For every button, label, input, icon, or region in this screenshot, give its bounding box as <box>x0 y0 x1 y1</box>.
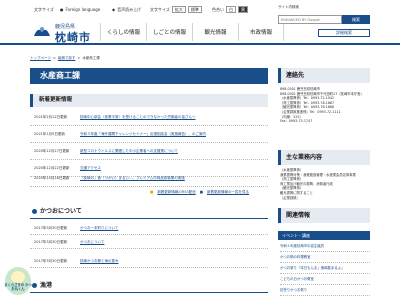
mascot-face <box>11 271 25 283</box>
news-link[interactable]: 枕崎中心部会（体業平常）を受けることのできなかった労働者の皆さんへ <box>80 115 195 120</box>
event-link[interactable]: 初売りかつお祭り <box>280 285 370 296</box>
katsuo-link[interactable]: 枕崎かつお節と海の恵み <box>80 259 119 264</box>
news-link[interactable]: 令和３年度「海外展開チャレンジセミナー」出張相談会（実施報告）、のご案内 <box>80 132 206 137</box>
event-link[interactable]: こどもの日かつお教室 <box>280 274 370 285</box>
breadcrumb: トップページ > 組織で探す > 水産商工課 <box>30 56 100 61</box>
page-title: 水産商工課 <box>30 68 268 84</box>
event-link[interactable]: かつお祭り「本日もんま」鬼崎勘あるよ」 <box>280 263 370 274</box>
search-button[interactable]: 検索 <box>342 15 370 24</box>
duties-heading: 主な業務内容 <box>278 150 370 165</box>
event-category-bar: イベント・講座 <box>278 231 370 240</box>
katsuo-item: 2017年3月30日更新 枕崎かつお節と海の恵み <box>30 255 268 268</box>
news-item: 2021年2月12日更新 枕崎中心部会（体業平常）を受けることのできなかった労働… <box>30 109 268 126</box>
city-emblem-icon <box>34 27 50 36</box>
related-heading: 関連情報 <box>278 208 370 223</box>
fishing-port-heading: 漁港 <box>30 280 268 293</box>
nav-city[interactable]: 市政情報 <box>238 23 284 41</box>
katsuo-date: 2017年3月30日更新 <box>34 239 68 244</box>
search-label: サイト内検索 <box>278 5 299 9</box>
breadcrumb-current: 水産商工課 <box>82 56 100 60</box>
color-label: 色合い <box>212 6 224 12</box>
katsuo-item: 2017年3月30日更新 かつお一本釣りについて <box>30 222 268 235</box>
color-black-button[interactable]: 黒 <box>238 6 248 13</box>
nav-living[interactable]: くらしの情報 <box>100 23 146 41</box>
news-heading: 新着更新情報 <box>30 94 268 107</box>
breadcrumb-home[interactable]: トップページ <box>30 56 51 61</box>
news-date: 2020年10月28日更新 <box>34 175 70 180</box>
rss-link[interactable]: 新着更新情報のRSS配信 <box>157 190 195 195</box>
search-input[interactable]: ENHANCED BY Google <box>278 15 342 24</box>
text-size-label: 文字サイズ <box>150 6 170 12</box>
rss-icon: ■ <box>150 190 154 194</box>
speaker-icon: ◆ <box>112 7 116 12</box>
speech-link[interactable]: ◆ 音声読み上げ <box>112 6 141 13</box>
contact-line: Fax：0993-73-1747 <box>280 119 313 124</box>
global-nav: くらしの情報 しごとの情報 観光情報 市政情報 <box>100 23 284 41</box>
size-standard-button[interactable]: 標準 <box>187 6 202 13</box>
list-icon: ■ <box>199 190 204 194</box>
katsuo-item: 2017年3月30日更新 かつおについて <box>30 236 268 249</box>
nav-work[interactable]: しごとの情報 <box>146 23 192 41</box>
event-link[interactable]: かつお節の料理教室 <box>280 252 370 263</box>
text-size-link[interactable]: 文字サイズ <box>34 7 54 13</box>
contact-heading: 連絡先 <box>278 68 370 83</box>
breadcrumb-separator: > <box>52 56 56 60</box>
color-white-button[interactable]: 白 <box>226 6 236 13</box>
nav-tourism[interactable]: 観光情報 <box>192 23 238 41</box>
advanced-search-button[interactable]: 詳細検索 <box>318 29 370 37</box>
news-date: 2020年12月27日更新 <box>34 148 70 153</box>
katsuo-date: 2017年3月30日更新 <box>34 258 68 263</box>
color-control: 色合い 白 黒 <box>212 6 248 13</box>
util-links: 文字サイズ <box>34 6 54 13</box>
breadcrumb-organization[interactable]: 組織で探す <box>58 56 76 61</box>
news-item: 2021年1月5日更新 令和３年度「海外展開チャレンジセミナー」出張相談会（実施… <box>30 126 268 143</box>
news-date: 2021年2月12日更新 <box>34 114 68 119</box>
text-size-controls: 文字サイズ 拡大 標準 <box>150 6 202 13</box>
news-date: 2021年1月5日更新 <box>34 131 65 136</box>
katsuo-heading: かつおについて <box>30 206 268 219</box>
event-link[interactable]: 令和４年度枕崎市中高生議員 <box>280 241 370 252</box>
news-list-link[interactable]: 新着更新情報の一覧を見る <box>207 190 249 195</box>
duties-line: （企業誘致） <box>280 195 300 200</box>
nav-rule <box>0 43 400 45</box>
size-expand-button[interactable]: 拡大 <box>171 6 186 13</box>
news-link[interactable]: 新型コロナウイルスに関連した中小企業者への支援策について <box>80 149 178 154</box>
katsuo-link[interactable]: かつお一本釣りについて <box>80 226 118 231</box>
duties-info: （水産振興係） 漁業振興対策・漁港施設管理・水産業会員名簿事業 （商工振興係） … <box>280 168 370 200</box>
news-footer-links: ■ 新着更新情報のRSS配信 ■ 新着更新情報の一覧を見る <box>150 188 268 196</box>
foreign-language-link[interactable]: ● Foreign language <box>60 6 100 13</box>
mascot-caption: まくらざきの かつお丸くん <box>4 283 32 291</box>
katsuo-link[interactable]: かつおについて <box>80 240 104 245</box>
news-item: 2020年12月27日更新 新型コロナウイルスに関連した中小企業者への支援策につ… <box>30 143 268 160</box>
contact-info: 898-0501 鹿児島県枕崎市 898-0501 鹿児島県枕崎市千代田町27（… <box>280 87 370 124</box>
site-logo[interactable]: 鹿児島県 枕崎市 <box>33 22 101 44</box>
news-item: 2020年10月28日更新 「枕崎の」食（つかい）まるい…。プレミアム付商品券事… <box>30 170 268 187</box>
news-link[interactable]: 「枕崎の」食（つかい）まるい…。プレミアム付商品券事業の実施 <box>80 176 185 181</box>
mascot-banner[interactable]: まくらざきの かつお丸くん <box>3 265 33 297</box>
katsuo-date: 2017年3月30日更新 <box>34 225 68 230</box>
globe-icon: ● <box>60 7 64 12</box>
breadcrumb-separator: > <box>77 56 81 60</box>
